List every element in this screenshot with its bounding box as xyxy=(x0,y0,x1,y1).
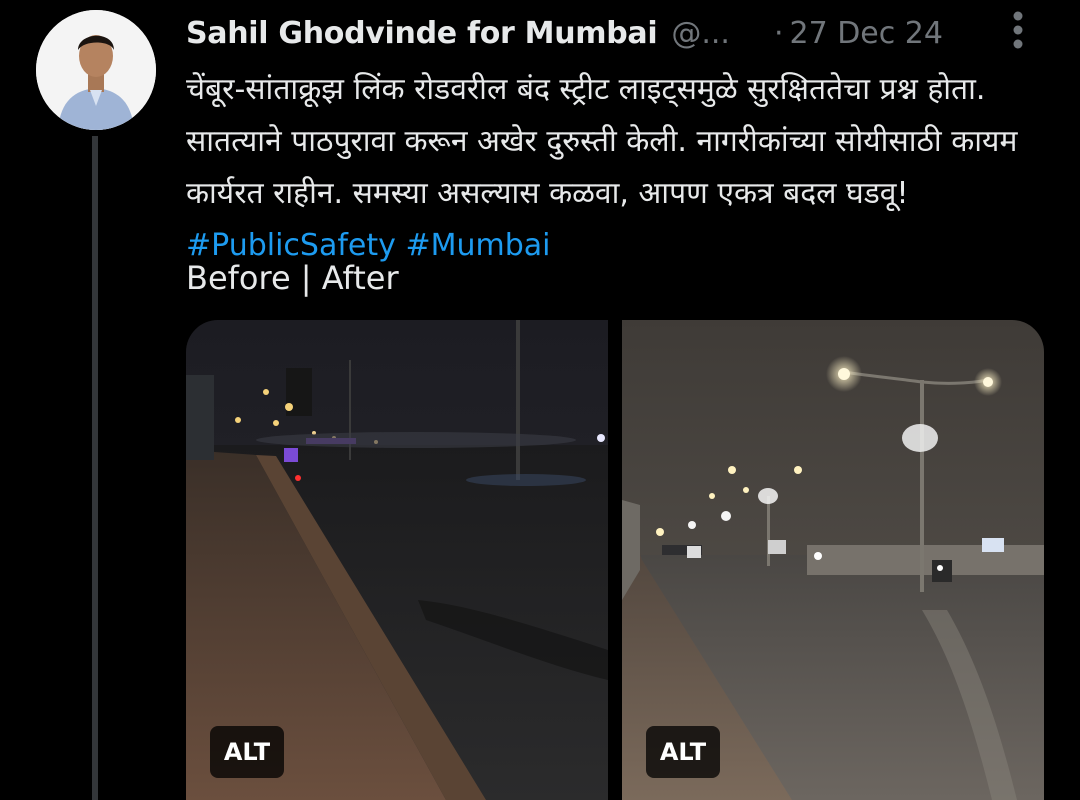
tweet-header: Sahil Ghodvinde for Mumbai @... · 27 Dec… xyxy=(186,10,1046,56)
alt-text-button[interactable]: ALT xyxy=(210,726,284,778)
hashtag-link[interactable]: #Mumbai xyxy=(405,228,550,263)
thread-connector-line xyxy=(92,136,98,800)
media-photo-before[interactable]: ALT xyxy=(186,320,608,800)
alt-text-button[interactable]: ALT xyxy=(646,726,720,778)
tweet-text-content: चेंबूर-सांताक्रूझ लिंक रोडवरील बंद स्ट्र… xyxy=(186,72,1018,211)
author-handle[interactable]: @... xyxy=(671,16,730,51)
author-avatar[interactable] xyxy=(36,10,156,130)
tweet-caption: Before | After xyxy=(186,259,399,297)
user-avatar-icon xyxy=(36,10,156,130)
tweet-date[interactable]: 27 Dec 24 xyxy=(789,16,942,51)
more-vertical-icon xyxy=(1013,11,1023,49)
media-photo-after[interactable]: ALT xyxy=(622,320,1044,800)
author-display-name[interactable]: Sahil Ghodvinde for Mumbai xyxy=(186,16,658,51)
header-separator: · xyxy=(773,15,784,51)
more-options-button[interactable] xyxy=(996,8,1040,52)
tweet-body-text: चेंबूर-सांताक्रूझ लिंक रोडवरील बंद स्ट्र… xyxy=(186,64,1056,272)
